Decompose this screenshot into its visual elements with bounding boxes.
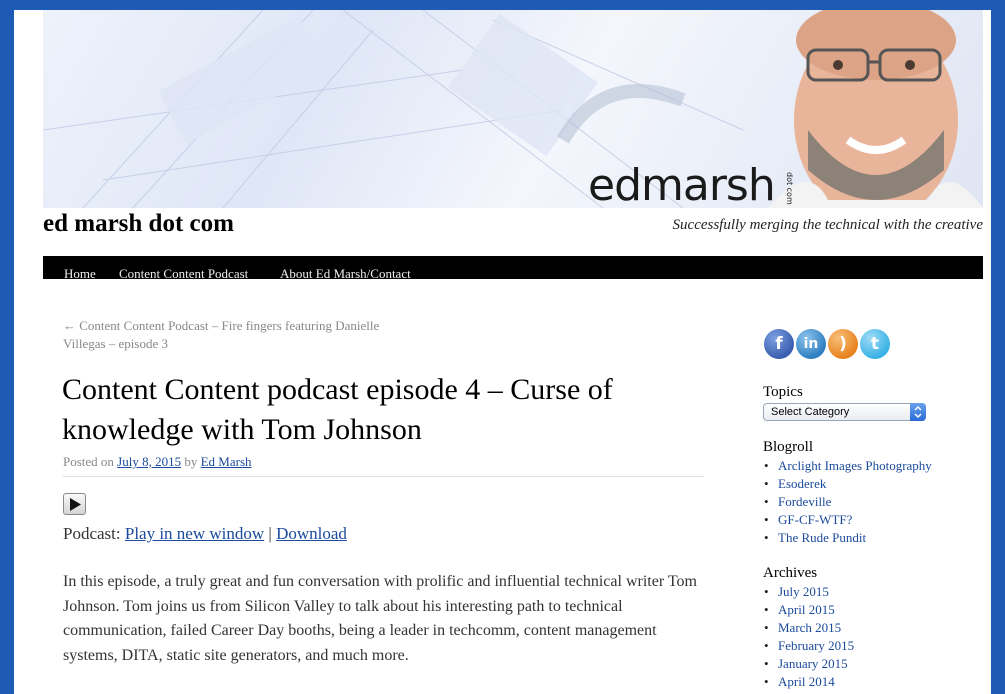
archive-link[interactable]: February 2015 [764, 637, 854, 655]
main-nav: Home Content Content Podcast About Ed Ma… [43, 256, 983, 281]
rss-icon[interactable]: ) [828, 329, 858, 359]
site-tagline: Successfully merging the technical with … [672, 217, 983, 233]
by-label: by [184, 454, 198, 469]
nav-item-home[interactable]: Home [64, 256, 96, 291]
linkedin-glyph: in [803, 336, 819, 352]
category-select-value: Select Category [771, 406, 850, 418]
select-arrows-icon [910, 403, 926, 421]
twitter-glyph: t [870, 334, 880, 354]
nav-item-about[interactable]: About Ed Marsh/Contact [280, 256, 411, 291]
post-intro: In this episode, a truly great and fun c… [63, 573, 697, 664]
author-link[interactable]: Ed Marsh [201, 454, 252, 469]
linkedin-icon[interactable]: in [796, 329, 826, 359]
category-select[interactable]: Select Category [763, 403, 926, 421]
archives-heading: Archives [763, 565, 818, 581]
topics-heading: Topics [763, 384, 803, 400]
blogroll-heading: Blogroll [763, 439, 814, 455]
facebook-icon[interactable]: f [764, 329, 794, 359]
twitter-icon[interactable]: t [860, 329, 890, 359]
rss-glyph: ) [839, 334, 847, 354]
blogroll-link[interactable]: GF-CF-WTF? [764, 511, 932, 529]
podcast-label: Podcast: [63, 524, 121, 543]
header-banner: edmarsh dot com [43, 10, 983, 208]
post-title: Content Content podcast episode 4 – Curs… [62, 373, 613, 446]
archive-link[interactable]: January 2015 [764, 655, 854, 673]
blogroll-link[interactable]: Fordeville [764, 493, 932, 511]
logo-wordmark: edmarsh [588, 160, 776, 208]
podcast-separator: | [268, 524, 272, 543]
audio-play-button[interactable] [63, 493, 86, 515]
browser-page: edmarsh dot com ed marsh dot com Success… [14, 10, 991, 694]
archive-link[interactable]: July 2015 [764, 583, 854, 601]
post-meta: Posted on July 8, 2015 by Ed Marsh [63, 454, 252, 470]
blogroll-list: Arclight Images Photography Esoderek For… [764, 457, 932, 547]
author-photo [768, 10, 983, 208]
blogroll-link[interactable]: The Rude Pundit [764, 529, 932, 547]
play-icon [70, 498, 81, 511]
archive-link[interactable]: April 2014 [764, 673, 854, 691]
archive-link[interactable]: March 2015 [764, 619, 854, 637]
posted-on-label: Posted on [63, 454, 114, 469]
post-date-link[interactable]: July 8, 2015 [117, 454, 181, 469]
archives-list: July 2015 April 2015 March 2015 February… [764, 583, 854, 691]
archive-link[interactable]: April 2015 [764, 601, 854, 619]
meta-divider [63, 476, 704, 477]
previous-post-link[interactable]: ← Content Content Podcast – Fire fingers… [63, 317, 403, 353]
facebook-glyph: f [775, 334, 783, 354]
logo-dotcom: dot com [785, 172, 794, 205]
nav-item-podcast[interactable]: Content Content Podcast [119, 256, 248, 291]
download-link[interactable]: Download [276, 524, 347, 543]
play-in-new-window-link[interactable]: Play in new window [125, 524, 264, 543]
blogroll-link[interactable]: Arclight Images Photography [764, 457, 932, 475]
podcast-links: Podcast: Play in new window | Download [63, 524, 347, 544]
blogroll-link[interactable]: Esoderek [764, 475, 932, 493]
site-title[interactable]: ed marsh dot com [43, 210, 234, 238]
